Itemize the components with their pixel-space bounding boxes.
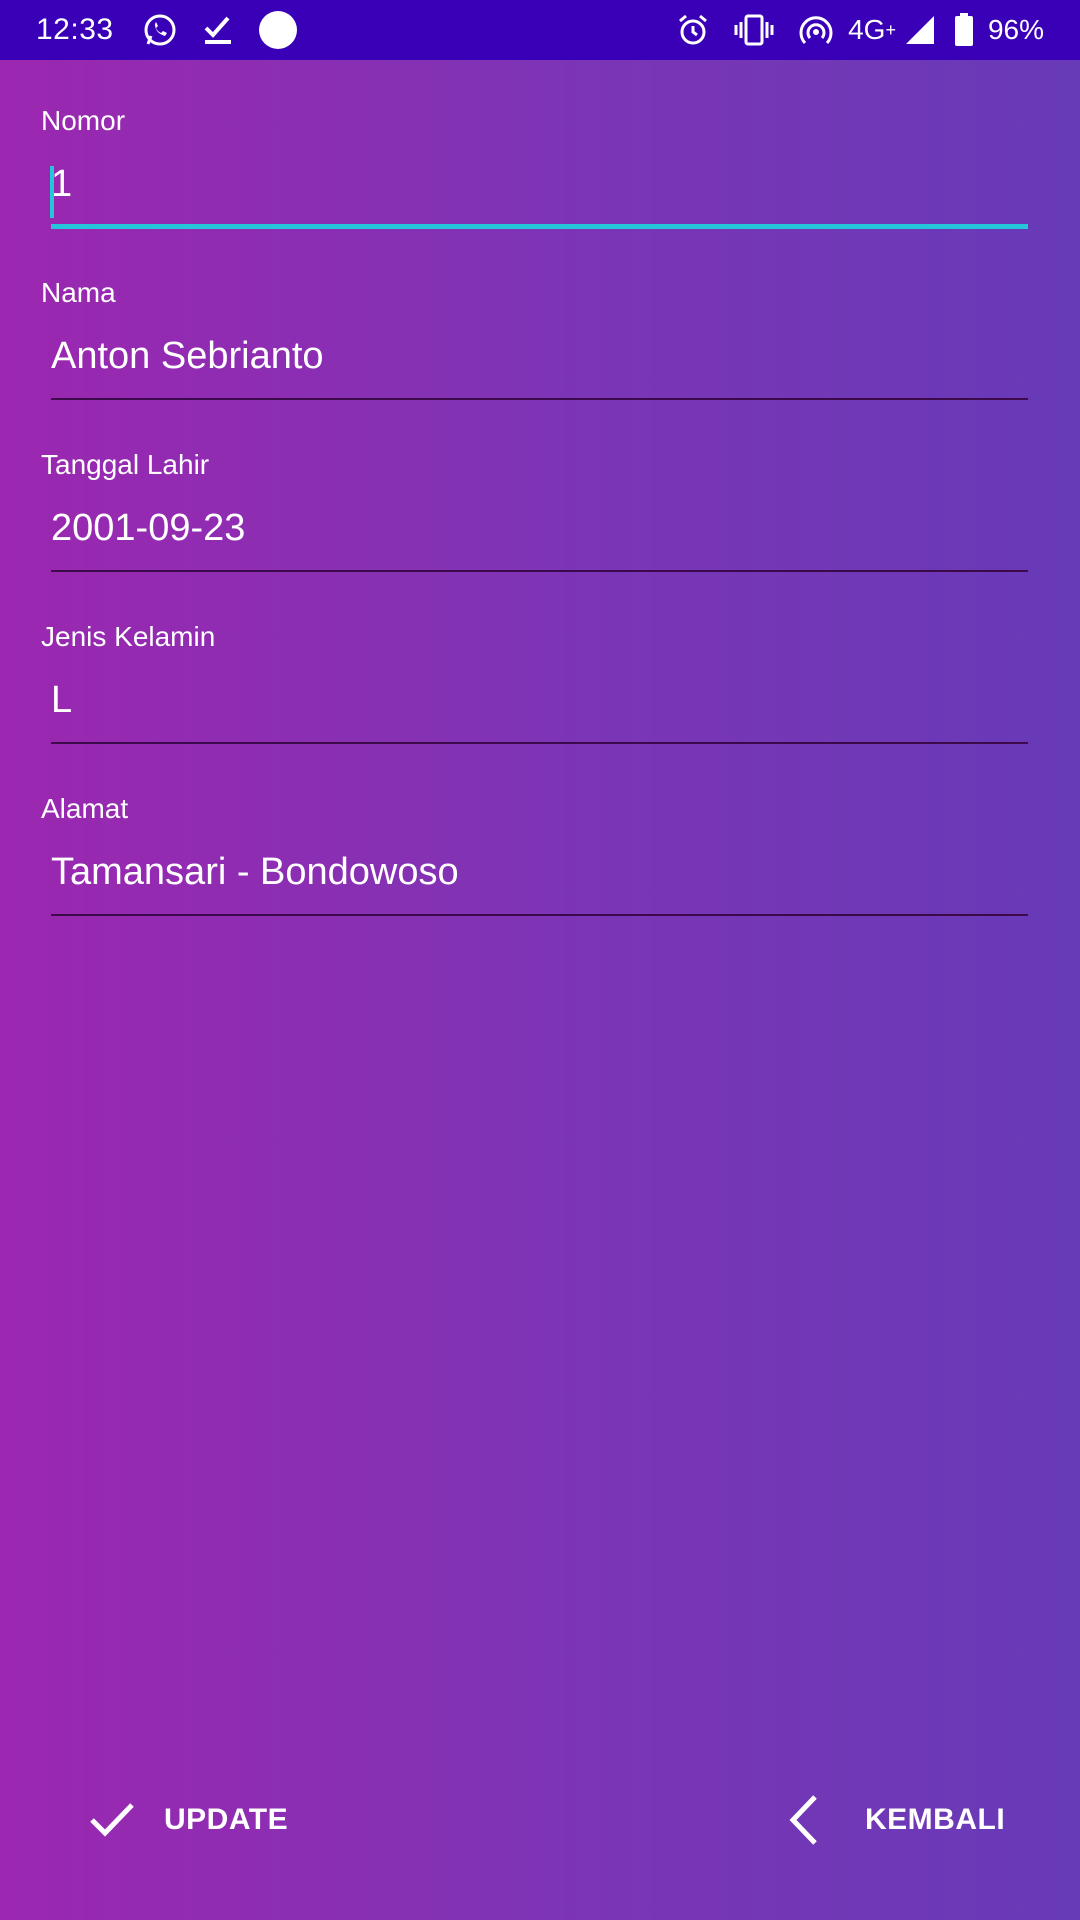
alamat-label: Alamat: [41, 793, 129, 824]
battery-percent: 96%: [987, 14, 1044, 45]
alarm-icon: [676, 13, 710, 47]
nomor-label: Nomor: [41, 105, 126, 136]
chevron-left-icon: [785, 1794, 821, 1846]
back-label: KEMBALI: [865, 1803, 1006, 1836]
text-cursor: [50, 166, 54, 218]
network-type: 4G +: [848, 14, 896, 45]
field-tanggal-lahir: Tanggal Lahir: [0, 404, 1080, 576]
jenis-kelamin-label: Jenis Kelamin: [41, 621, 216, 652]
alamat-underline: [51, 914, 1028, 916]
nomor-underline: [51, 224, 1028, 229]
network-label: 4G: [848, 14, 886, 45]
signal-icon: [904, 14, 936, 46]
task-check-icon: [202, 14, 234, 46]
tanggal-lahir-underline: [51, 570, 1028, 572]
action-bar: UPDATE KEMBALI: [0, 1780, 1080, 1860]
nama-underline: [51, 398, 1028, 400]
tanggal-lahir-input[interactable]: [51, 496, 1028, 560]
jenis-kelamin-input[interactable]: [51, 668, 1028, 732]
check-icon: [88, 1800, 136, 1840]
nama-label: Nama: [41, 277, 116, 308]
update-button[interactable]: UPDATE: [88, 1780, 288, 1860]
circle-notification-icon: [258, 10, 298, 50]
field-alamat: Alamat: [0, 748, 1080, 920]
status-bar: 12:33 4G + 96%: [0, 0, 1080, 60]
back-button[interactable]: KEMBALI: [785, 1780, 1005, 1860]
nama-input[interactable]: [51, 324, 1028, 388]
update-label: UPDATE: [164, 1803, 289, 1836]
nomor-input[interactable]: [51, 152, 1028, 216]
tanggal-lahir-label: Tanggal Lahir: [41, 449, 210, 480]
hotspot-icon: [798, 12, 834, 48]
student-form: Nomor Nama Tanggal Lahir Jenis Kelamin A…: [0, 60, 1080, 920]
status-right: 4G + 96%: [652, 0, 1044, 60]
status-left: 12:33: [36, 0, 298, 60]
field-nama: Nama: [0, 232, 1080, 404]
field-jenis-kelamin: Jenis Kelamin: [0, 576, 1080, 748]
jenis-kelamin-underline: [51, 742, 1028, 744]
battery-icon: [954, 13, 974, 47]
alamat-input[interactable]: [51, 840, 1028, 904]
field-nomor: Nomor: [0, 60, 1080, 232]
whatsapp-icon: [142, 12, 178, 48]
vibrate-icon: [734, 13, 774, 47]
status-time: 12:33: [36, 13, 114, 46]
